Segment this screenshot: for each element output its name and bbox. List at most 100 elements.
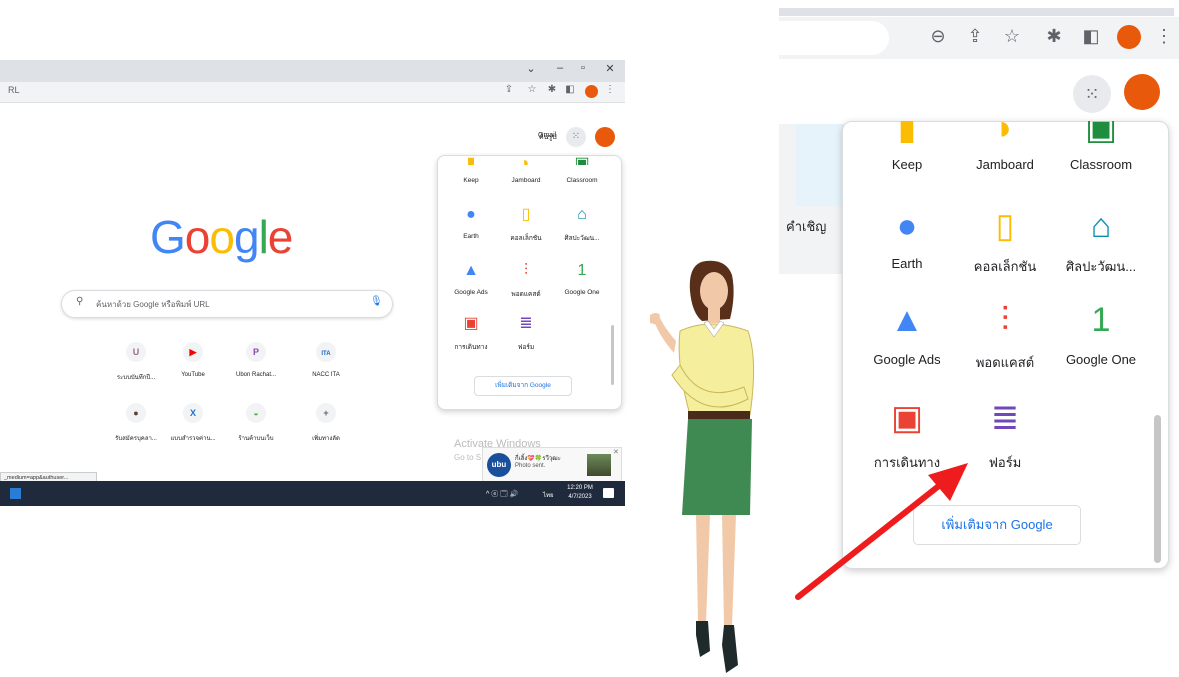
side-panel-icon[interactable]: ◧ xyxy=(563,84,577,95)
app-label[interactable]: Google One xyxy=(1051,352,1151,367)
profile-avatar[interactable] xyxy=(1117,25,1141,49)
app-label[interactable]: Jamboard xyxy=(497,177,555,184)
left-url-text: RL xyxy=(8,85,20,95)
word-app-icon[interactable] xyxy=(10,488,21,499)
shortcut-glyph: ◒ xyxy=(253,408,259,418)
apps-grid-icon[interactable]: ⁙ xyxy=(566,127,586,147)
app-icon[interactable]: ▲ xyxy=(887,300,927,340)
shortcut-icon[interactable]: ITA xyxy=(316,342,336,362)
app-icon[interactable]: ⌂ xyxy=(573,206,591,224)
app-icon[interactable]: ◗ xyxy=(985,121,1025,143)
app-label[interactable]: ศิลปะวัฒน... xyxy=(553,233,611,243)
shortcut-label[interactable]: แบบสำรวจค่าน... xyxy=(158,433,228,443)
app-icon[interactable]: ⫶ xyxy=(985,300,1025,340)
shortcut-label[interactable]: YouTube xyxy=(158,372,228,378)
share-icon[interactable]: ⇪ xyxy=(502,84,516,95)
app-icon[interactable]: ▮ xyxy=(887,121,927,143)
app-icon[interactable]: ● xyxy=(887,206,927,246)
apps-grid-icon[interactable]: ⁙ xyxy=(1073,75,1111,113)
app-icon[interactable]: ⌂ xyxy=(1081,206,1121,246)
right-address-bar[interactable] xyxy=(779,21,889,55)
app-icon[interactable]: ● xyxy=(462,206,480,224)
app-label[interactable]: คอลเล็กชัน xyxy=(497,233,555,243)
app-icon[interactable]: ≣ xyxy=(985,398,1025,438)
app-icon[interactable]: ▣ xyxy=(462,315,480,333)
left-apps-panel xyxy=(437,155,622,410)
share-icon[interactable]: ⇪ xyxy=(963,26,987,47)
app-label[interactable]: พอดแคสต์ xyxy=(955,352,1055,373)
app-icon[interactable]: ▣ xyxy=(1081,121,1121,143)
extensions-icon[interactable]: ✱ xyxy=(545,84,559,95)
app-label[interactable]: Earth xyxy=(442,233,500,240)
app-label[interactable]: Jamboard xyxy=(955,157,1055,172)
bookmark-star-icon[interactable]: ☆ xyxy=(1000,26,1024,47)
shortcut-icon[interactable]: P xyxy=(246,342,266,362)
shortcut-label[interactable]: เพิ่มทางลัด xyxy=(291,433,361,443)
input-language[interactable]: ไทย xyxy=(543,490,554,500)
app-icon[interactable]: ▣ xyxy=(573,155,591,165)
app-icon[interactable]: 1 xyxy=(1081,300,1121,340)
menu-kebab-icon[interactable]: ⋮ xyxy=(603,84,617,95)
app-label[interactable]: การเดินทาง xyxy=(442,342,500,352)
shortcut-icon[interactable]: + xyxy=(316,403,336,423)
shortcut-label[interactable]: Ubon Rachat... xyxy=(221,372,291,378)
minimize-button[interactable]: – xyxy=(551,62,569,74)
shortcut-label[interactable]: NACC ITA xyxy=(291,372,361,378)
shortcut-icon[interactable]: U xyxy=(126,342,146,362)
images-link[interactable]: ค้นรูป xyxy=(539,132,557,143)
app-icon[interactable]: ≣ xyxy=(517,315,535,333)
app-label[interactable]: Classroom xyxy=(1051,157,1151,172)
app-label[interactable]: Earth xyxy=(857,256,957,271)
app-icon[interactable]: ◗ xyxy=(517,155,535,165)
clock-time[interactable]: 12:20 PM xyxy=(565,485,595,491)
app-label[interactable]: พอดแคสต์ xyxy=(497,289,555,299)
app-label[interactable]: Classroom xyxy=(553,177,611,184)
shortcut-icon[interactable]: ◒ xyxy=(246,403,266,423)
search-input[interactable]: ค้นหาด้วย Google หรือพิมพ์ URL xyxy=(96,298,210,311)
bookmark-star-icon[interactable]: ☆ xyxy=(525,84,539,95)
shortcut-label[interactable]: ร้านค้าบนเว็บ xyxy=(221,433,291,443)
account-avatar[interactable] xyxy=(1124,74,1160,110)
app-icon[interactable]: ▮ xyxy=(462,155,480,165)
app-icon[interactable]: 1 xyxy=(573,262,591,280)
extensions-icon[interactable]: ✱ xyxy=(1042,26,1066,47)
apps-scrollbar[interactable] xyxy=(1154,415,1161,563)
app-label[interactable]: คอลเล็กชัน xyxy=(955,256,1055,277)
shortcut-icon[interactable]: ▶ xyxy=(183,342,203,362)
shortcut-glyph: ● xyxy=(133,408,139,418)
app-label[interactable]: Google Ads xyxy=(857,352,957,367)
menu-kebab-icon[interactable]: ⋮ xyxy=(1152,26,1176,47)
google-logo: Google xyxy=(150,211,293,263)
account-avatar[interactable] xyxy=(595,127,615,147)
app-icon[interactable]: ▣ xyxy=(887,398,927,438)
left-browser-screenshot: ⌄ – ▫ ✕ RL ⇪ ☆ ✱ ◧ ⋮ Gmail ค้นรูป ⁙ Goog… xyxy=(0,0,630,510)
apps-scrollbar[interactable] xyxy=(611,325,614,385)
close-button[interactable]: ✕ xyxy=(601,62,619,75)
background-page-text: คำเชิญ xyxy=(786,219,827,234)
zoom-icon[interactable]: ⊖ xyxy=(926,26,950,47)
side-panel-icon[interactable]: ◧ xyxy=(1079,26,1103,47)
app-icon[interactable]: ⫶ xyxy=(517,262,535,280)
notification-center-icon[interactable] xyxy=(603,488,614,498)
app-icon[interactable]: ▯ xyxy=(517,206,535,224)
app-label[interactable]: Google Ads xyxy=(442,289,500,296)
app-label[interactable]: Google One xyxy=(553,289,611,296)
restore-button[interactable]: ▫ xyxy=(574,62,592,74)
app-label[interactable]: Keep xyxy=(442,177,500,184)
app-icon[interactable]: ▲ xyxy=(462,262,480,280)
tray-icons[interactable]: ^ ⓔ 🗔 🔊 xyxy=(486,489,518,501)
minimize-chevron-icon[interactable]: ⌄ xyxy=(522,62,540,75)
notification-app-icon: ubu xyxy=(487,453,511,477)
notification-close-icon[interactable]: ✕ xyxy=(613,448,619,456)
profile-avatar-small[interactable] xyxy=(585,85,598,98)
shortcut-icon[interactable]: X xyxy=(183,403,203,423)
app-label[interactable]: ฟอร์ม xyxy=(497,342,555,352)
shortcut-icon[interactable]: ● xyxy=(126,403,146,423)
mic-icon[interactable]: 🎙 xyxy=(370,296,383,307)
app-icon[interactable]: ▯ xyxy=(985,206,1025,246)
clock-date[interactable]: 4/7/2023 xyxy=(565,494,595,500)
more-from-google-button[interactable]: เพิ่มเติมจาก Google xyxy=(474,376,572,396)
app-label[interactable]: ศิลปะวัฒน... xyxy=(1051,256,1151,277)
app-label[interactable]: Keep xyxy=(857,157,957,172)
notification-toast[interactable]: ubu กี่เลิ้ง💝🍀รวีวุฒะ Photo sent. ✕ xyxy=(482,447,622,485)
